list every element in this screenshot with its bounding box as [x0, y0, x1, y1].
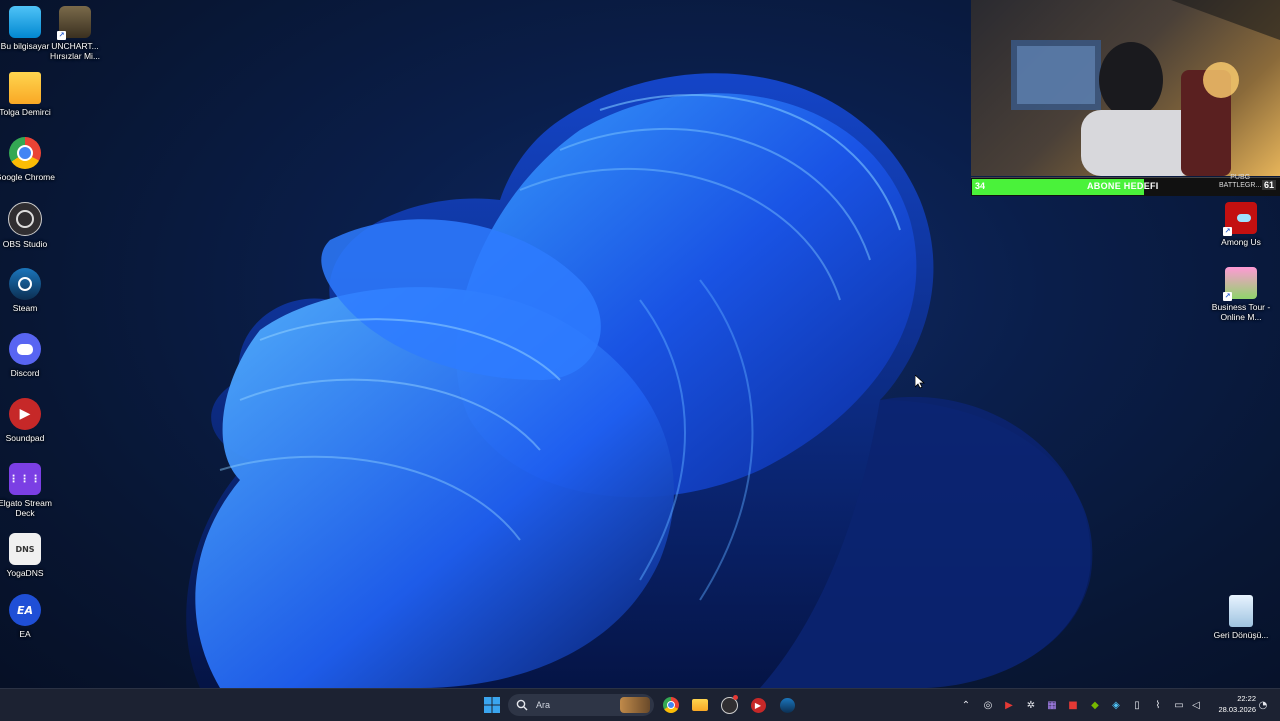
mouse-cursor-icon: [914, 374, 926, 393]
desktop-icon-stream-deck[interactable]: ⋮⋮⋮ Elgato Stream Deck: [0, 463, 60, 518]
desktop-icon-recycle-bin[interactable]: Geri Dönüşü...: [1206, 595, 1276, 640]
desktop-icon-obs[interactable]: OBS Studio: [0, 202, 60, 249]
clock-date: 28.03.2026: [1218, 705, 1256, 714]
folder-icon: [692, 699, 708, 711]
desktop-icon-soundpad[interactable]: ▶ Soundpad: [0, 398, 60, 443]
taskbar-file-explorer[interactable]: [689, 695, 711, 715]
recycle-bin-icon: [1229, 595, 1253, 627]
clock-time: 22:22: [1237, 694, 1256, 703]
ea-icon: EA: [9, 594, 41, 626]
tray-stream-deck-icon[interactable]: ▦: [1046, 699, 1058, 711]
desktop-icon-business-tour[interactable]: ↗ Business Tour - Online M...: [1206, 267, 1276, 322]
desktop-icon-steam[interactable]: Steam: [0, 268, 60, 313]
desktop-icon-label: Elgato Stream Deck: [0, 498, 52, 518]
tray-usb-icon[interactable]: ▯: [1131, 699, 1143, 711]
stream-deck-icon: ⋮⋮⋮: [9, 463, 41, 495]
soundpad-icon: ▶: [9, 398, 41, 430]
taskbar-obs[interactable]: [718, 695, 740, 715]
webcam-overlay: [971, 0, 1280, 176]
tray-nvidia-icon[interactable]: ◆: [1089, 699, 1101, 711]
desktop-icon-label: OBS Studio: [2, 239, 48, 249]
monitor-icon: [9, 6, 41, 38]
desktop-icon-ea[interactable]: EA EA: [0, 594, 60, 639]
goal-game-label: PUBG BATTLEGR...: [1219, 174, 1261, 190]
tray-network-icon[interactable]: ▭: [1173, 699, 1185, 711]
desktop-icon-yogadns[interactable]: DNS YogaDNS: [0, 533, 60, 578]
yogadns-icon: DNS: [9, 533, 41, 565]
tray-chevron-icon[interactable]: ⌃: [960, 699, 972, 711]
steam-icon: [9, 268, 41, 300]
taskbar-steam[interactable]: [776, 695, 798, 715]
taskbar-clock[interactable]: 22:22 28.03.2026: [1208, 693, 1256, 715]
desktop-icon-label: EA: [19, 629, 31, 639]
desktop-icon-uncharted[interactable]: ↗ UNCHART... Hırsızlar Mi...: [40, 6, 110, 61]
desktop-icon-label: Google Chrome: [0, 172, 55, 182]
desktop-icon-label: Business Tour - Online M...: [1211, 302, 1271, 322]
recording-indicator-icon: [733, 695, 738, 700]
search-icon: [516, 699, 528, 711]
goal-title: ABONE HEDEFI: [1087, 181, 1159, 191]
among-us-icon: ↗: [1223, 202, 1257, 236]
search-highlight-icon: [620, 697, 650, 713]
uncharted-game-icon: ↗: [57, 6, 91, 40]
tray-microphone-icon[interactable]: ⌇: [1152, 699, 1164, 711]
game-label-line2: BATTLEGR...: [1219, 182, 1262, 189]
desktop-icon-label: Among Us: [1221, 237, 1261, 247]
taskbar-search[interactable]: Ara: [508, 694, 654, 716]
chrome-icon: [663, 697, 679, 713]
desktop-icon-label: Geri Dönüşü...: [1213, 630, 1269, 640]
shortcut-arrow-icon: ↗: [1223, 227, 1232, 236]
desktop-icon-label: UNCHART... Hırsızlar Mi...: [49, 41, 101, 61]
start-button[interactable]: [481, 695, 503, 715]
discord-icon: [9, 333, 41, 365]
desktop-icon-label: Discord: [10, 368, 40, 378]
desktop-icon-folder[interactable]: Tolga Demirci: [0, 72, 60, 117]
search-placeholder: Ara: [536, 700, 551, 710]
chrome-icon: [9, 137, 41, 169]
taskbar-soundpad[interactable]: ▶: [747, 695, 769, 715]
folder-icon: [9, 72, 41, 104]
steam-icon: [779, 697, 795, 713]
desktop-icon-label: Tolga Demirci: [0, 107, 51, 117]
taskbar-chrome[interactable]: [660, 695, 682, 715]
desktop-icon-label: Steam: [12, 303, 38, 313]
desktop-icon-label: Soundpad: [5, 433, 45, 443]
tray-volume-icon[interactable]: ◁: [1190, 699, 1202, 711]
desktop-icon-among-us[interactable]: ↗ Among Us: [1206, 202, 1276, 247]
subscriber-goal-bar: 34 ABONE HEDEFI PUBG BATTLEGR... 61: [971, 174, 1280, 196]
windows-logo-icon: [484, 697, 500, 713]
business-tour-icon: ↗: [1223, 267, 1257, 301]
tray-obs-icon[interactable]: ◎: [982, 699, 994, 711]
shortcut-arrow-icon: ↗: [1223, 292, 1232, 301]
goal-target-value: 61: [1261, 180, 1276, 190]
desktop-icon-discord[interactable]: Discord: [0, 333, 60, 378]
goal-current-value: 34: [975, 181, 986, 191]
shortcut-arrow-icon: ↗: [57, 31, 66, 40]
tray-soundpad-icon[interactable]: ▶: [1003, 699, 1015, 711]
obs-icon: [8, 202, 42, 236]
notification-bell-icon[interactable]: ◔: [1257, 699, 1269, 711]
taskbar: Ara ▶ ⌃ ◎ ▶ ✲ ▦ ■ ◆ ◈ ▯ ⌇ ▭ ◁ 22:22 28.0…: [0, 688, 1280, 721]
game-label-line1: PUBG: [1230, 174, 1251, 181]
desktop-icon-label: YogaDNS: [6, 568, 44, 578]
tray-settings-icon[interactable]: ✲: [1025, 699, 1037, 711]
tray-network-app-icon[interactable]: ◈: [1110, 699, 1122, 711]
tray-app-icon[interactable]: ■: [1067, 699, 1079, 711]
soundpad-icon: ▶: [750, 697, 766, 713]
desktop-icon-chrome[interactable]: Google Chrome: [0, 137, 60, 182]
